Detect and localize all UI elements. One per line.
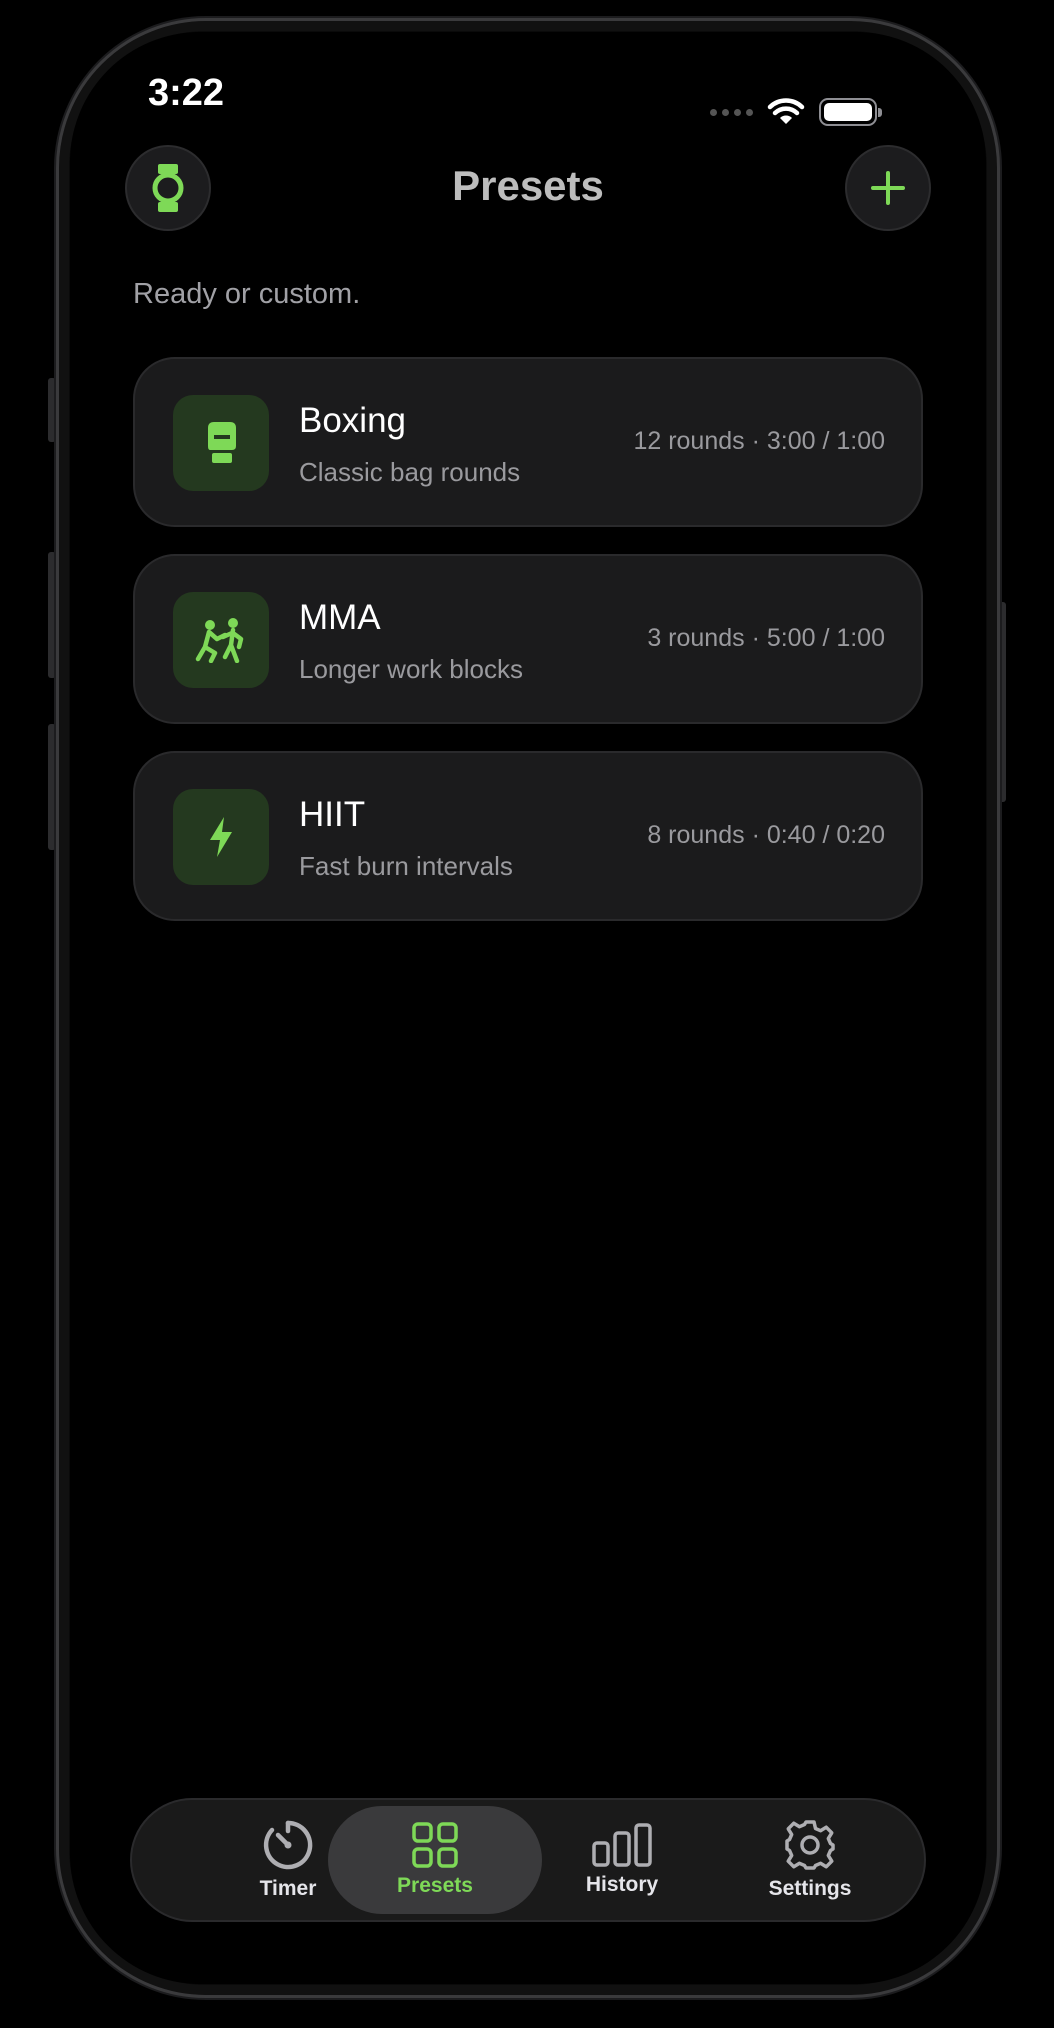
preset-meta: 12 rounds · 3:00 / 1:00	[633, 427, 885, 455]
tab-history[interactable]: History	[532, 1806, 712, 1914]
gear-icon	[785, 1820, 835, 1870]
preset-icon-tile	[173, 789, 269, 885]
watch-icon	[152, 164, 184, 212]
wifi-icon	[767, 98, 805, 124]
volume-down-button	[48, 724, 56, 850]
tab-bar: Timer Presets History Settings	[130, 1798, 926, 1922]
page-subtitle: Ready or custom.	[133, 278, 361, 310]
add-preset-button[interactable]	[845, 145, 931, 231]
volume-up-button	[48, 552, 56, 678]
preset-name: MMA	[299, 598, 381, 637]
page-title: Presets	[452, 162, 604, 209]
plus-icon	[871, 171, 905, 205]
preset-description: Fast burn intervals	[299, 851, 513, 881]
tab-label: Presets	[397, 1874, 473, 1897]
preset-name: Boxing	[299, 401, 407, 440]
preset-icon-tile	[173, 592, 269, 688]
preset-card-hiit[interactable]: HIIT Fast burn intervals 8 rounds · 0:40…	[133, 751, 923, 921]
timer-icon	[263, 1820, 313, 1870]
watch-button[interactable]	[125, 145, 211, 231]
preset-card-boxing[interactable]: Boxing Classic bag rounds 12 rounds · 3:…	[133, 357, 923, 527]
grid-icon	[412, 1822, 458, 1868]
tab-settings[interactable]: Settings	[720, 1806, 900, 1914]
sparring-icon	[195, 618, 244, 663]
preset-description: Longer work blocks	[299, 654, 523, 684]
status-icons	[710, 98, 882, 126]
app-screen	[70, 32, 986, 1984]
tab-presets[interactable]: Presets	[328, 1806, 542, 1914]
boxing-glove-icon	[208, 422, 236, 463]
status-time: 3:22	[148, 72, 225, 114]
tab-label: Timer	[259, 1877, 317, 1900]
action-button	[48, 378, 56, 442]
tab-label: Settings	[768, 1877, 852, 1900]
tab-label: History	[585, 1873, 659, 1896]
bar-chart-icon	[592, 1823, 652, 1867]
preset-meta: 8 rounds · 0:40 / 0:20	[647, 821, 885, 849]
preset-meta: 3 rounds · 5:00 / 1:00	[647, 624, 885, 652]
lightning-icon	[210, 817, 232, 857]
battery-icon	[819, 98, 882, 126]
preset-name: HIIT	[299, 795, 366, 834]
preset-card-mma[interactable]: MMA Longer work blocks 3 rounds · 5:00 /…	[133, 554, 923, 724]
preset-icon-tile	[173, 395, 269, 491]
preset-description: Classic bag rounds	[299, 457, 521, 487]
cellular-icon	[710, 108, 753, 116]
